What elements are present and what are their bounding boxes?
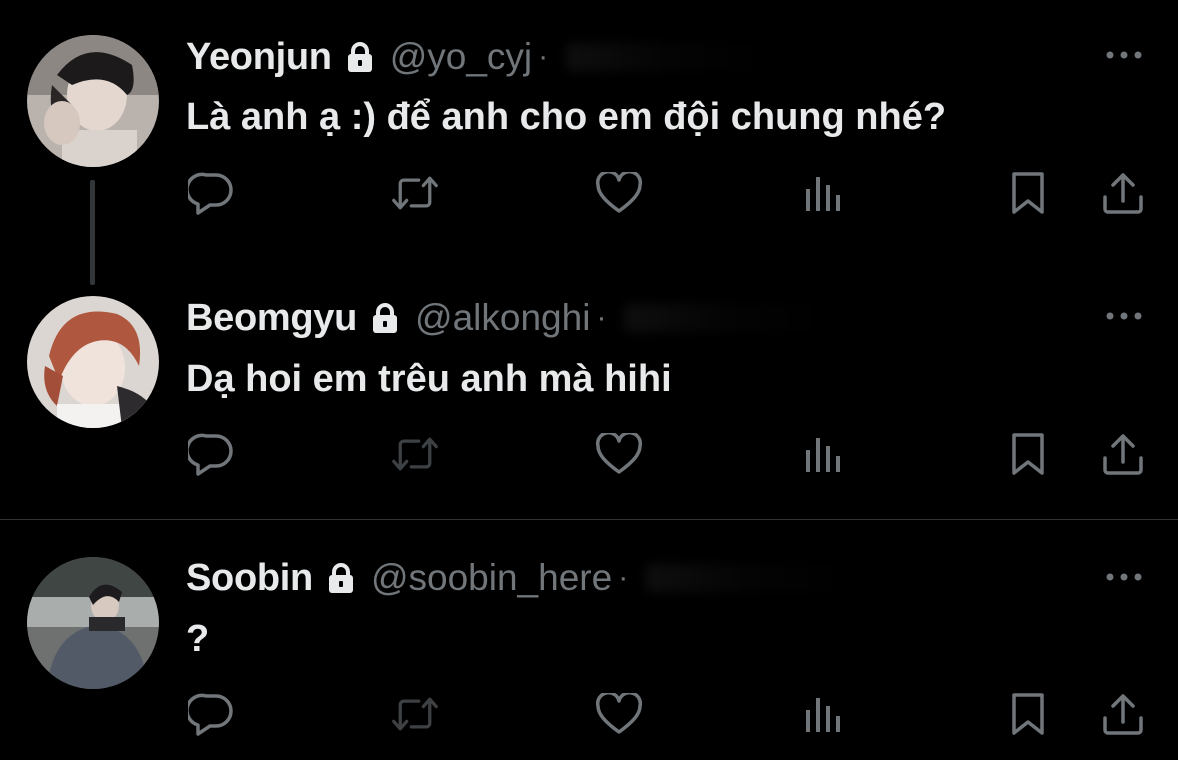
retweet-icon[interactable] — [391, 169, 439, 217]
handle[interactable]: @alkonghi — [415, 297, 590, 339]
views-icon[interactable] — [797, 169, 845, 217]
heart-icon[interactable] — [595, 690, 643, 738]
bookmark-icon[interactable] — [1004, 430, 1052, 478]
tweet-yeonjun[interactable]: Yeonjun @yo_cyj · Là anh ạ :) để anh cho… — [0, 0, 1178, 285]
retweet-icon[interactable] — [391, 430, 439, 478]
more-icon[interactable] — [1104, 309, 1144, 321]
action-bar — [0, 430, 1178, 478]
lock-icon — [346, 41, 374, 73]
tweet-header: Soobin @soobin_here · — [186, 556, 847, 600]
reply-icon[interactable] — [187, 430, 235, 478]
tweet-text: ? — [186, 618, 210, 660]
blurred-timestamp — [624, 304, 825, 332]
share-icon[interactable] — [1099, 430, 1147, 478]
retweet-icon[interactable] — [391, 690, 439, 738]
display-name[interactable]: Beomgyu — [186, 297, 357, 340]
tweet-header: Beomgyu @alkonghi · — [186, 296, 825, 340]
share-icon[interactable] — [1099, 690, 1147, 738]
avatar[interactable] — [27, 296, 159, 428]
views-icon[interactable] — [797, 430, 845, 478]
blurred-timestamp — [646, 564, 847, 592]
share-icon[interactable] — [1099, 169, 1147, 217]
reply-icon[interactable] — [187, 690, 235, 738]
views-icon[interactable] — [797, 690, 845, 738]
separator-dot: · — [538, 40, 549, 73]
more-icon[interactable] — [1104, 570, 1144, 582]
avatar[interactable] — [27, 35, 159, 167]
bookmark-icon[interactable] — [1004, 690, 1052, 738]
lock-icon — [327, 562, 355, 594]
separator-dot: · — [618, 561, 629, 594]
tweet-text: Dạ hoi em trêu anh mà hihi — [186, 358, 672, 400]
display-name[interactable]: Soobin — [186, 557, 313, 600]
blurred-timestamp — [566, 43, 767, 71]
action-bar — [0, 690, 1178, 738]
heart-icon[interactable] — [595, 430, 643, 478]
tweet-header: Yeonjun @yo_cyj · — [186, 35, 767, 79]
display-name[interactable]: Yeonjun — [186, 36, 332, 79]
tweet-beomgyu[interactable]: Beomgyu @alkonghi · Dạ hoi em trêu anh m… — [0, 260, 1178, 519]
avatar[interactable] — [27, 557, 159, 689]
handle[interactable]: @yo_cyj — [390, 36, 532, 78]
handle[interactable]: @soobin_here — [371, 557, 612, 599]
action-bar — [0, 169, 1178, 217]
tweet-text: Là anh ạ :) để anh cho em đội chung nhé? — [186, 96, 947, 138]
reply-icon[interactable] — [187, 169, 235, 217]
heart-icon[interactable] — [595, 169, 643, 217]
separator-dot: · — [596, 301, 607, 334]
more-icon[interactable] — [1104, 48, 1144, 60]
bookmark-icon[interactable] — [1004, 169, 1052, 217]
tweet-soobin[interactable]: Soobin @soobin_here · ? — [0, 520, 1178, 760]
lock-icon — [371, 302, 399, 334]
